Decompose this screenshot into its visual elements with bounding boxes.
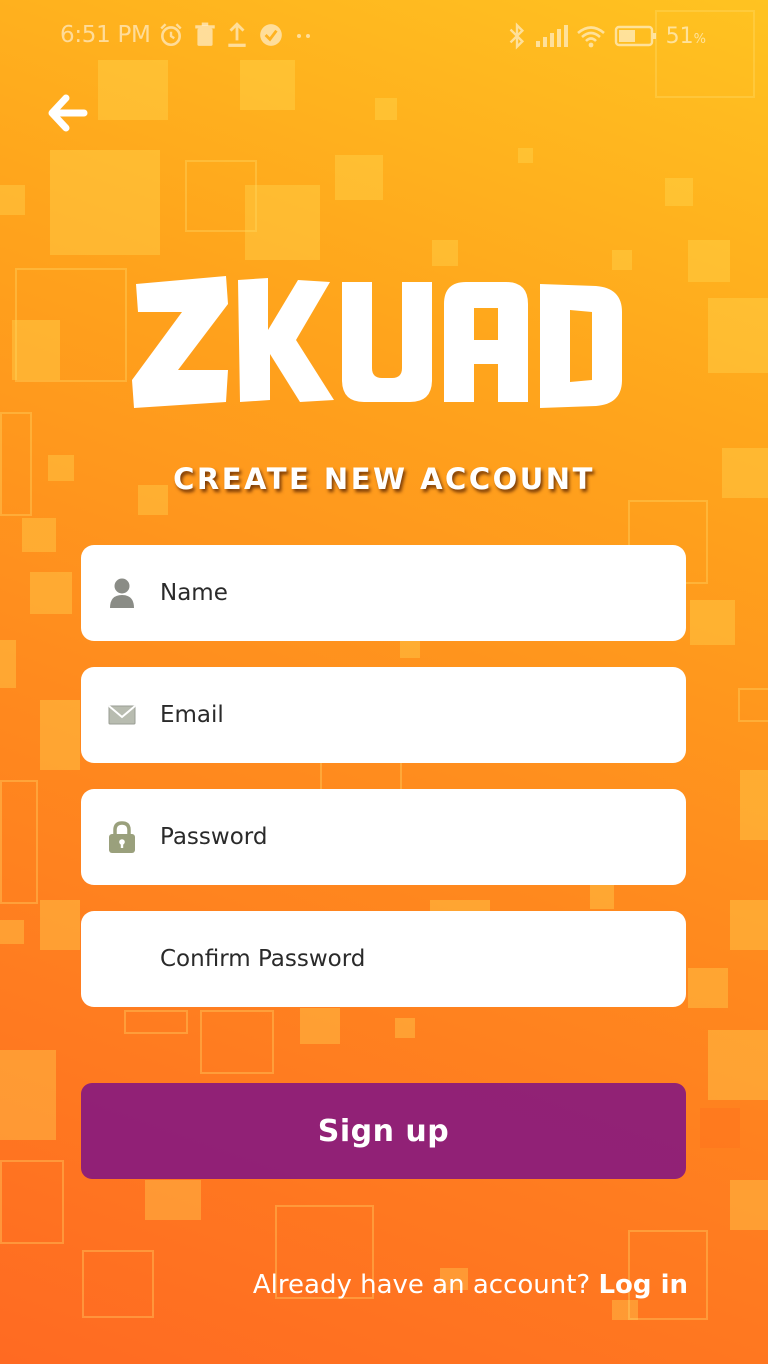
wifi-icon (576, 26, 605, 48)
password-input[interactable] (160, 824, 640, 850)
name-input[interactable] (160, 580, 640, 606)
confirm-password-field[interactable] (81, 911, 686, 1007)
status-time: 6:51 PM (60, 22, 151, 48)
battery-percent: 51% (666, 24, 706, 49)
more-dots-icon (297, 34, 310, 38)
battery-value: 51 (665, 23, 694, 49)
signal-icon (535, 25, 568, 47)
login-prompt-text: Already have an account? (252, 1270, 591, 1300)
page-subtitle: CREATE NEW ACCOUNT (173, 462, 595, 496)
envelope-icon (107, 698, 137, 732)
person-icon (107, 576, 137, 610)
confirm-password-icon-slot (107, 942, 137, 976)
email-field[interactable] (81, 667, 686, 763)
upload-icon (228, 22, 246, 47)
login-prompt: Already have an account? Log in (253, 1270, 688, 1300)
trash-icon (195, 22, 215, 46)
back-button[interactable] (44, 92, 92, 136)
password-field[interactable] (81, 789, 686, 885)
status-left-icons (158, 22, 314, 48)
app-logo (130, 268, 640, 416)
zkuads-logo (132, 276, 622, 408)
status-right-icons: 51% (508, 22, 706, 50)
battery-unit: % (693, 31, 706, 47)
bluetooth-icon (509, 22, 524, 50)
lock-icon (107, 820, 137, 854)
battery-icon (614, 25, 656, 47)
confirm-password-input[interactable] (160, 946, 640, 972)
signup-button[interactable]: Sign up (81, 1083, 686, 1179)
email-input[interactable] (160, 702, 640, 728)
back-arrow-icon (48, 94, 88, 132)
name-field[interactable] (81, 545, 686, 641)
status-bar: 6:51 PM 51% (0, 0, 768, 74)
alarm-icon (160, 23, 182, 47)
check-circle-icon (260, 24, 282, 46)
login-link[interactable]: Log in (598, 1270, 688, 1300)
